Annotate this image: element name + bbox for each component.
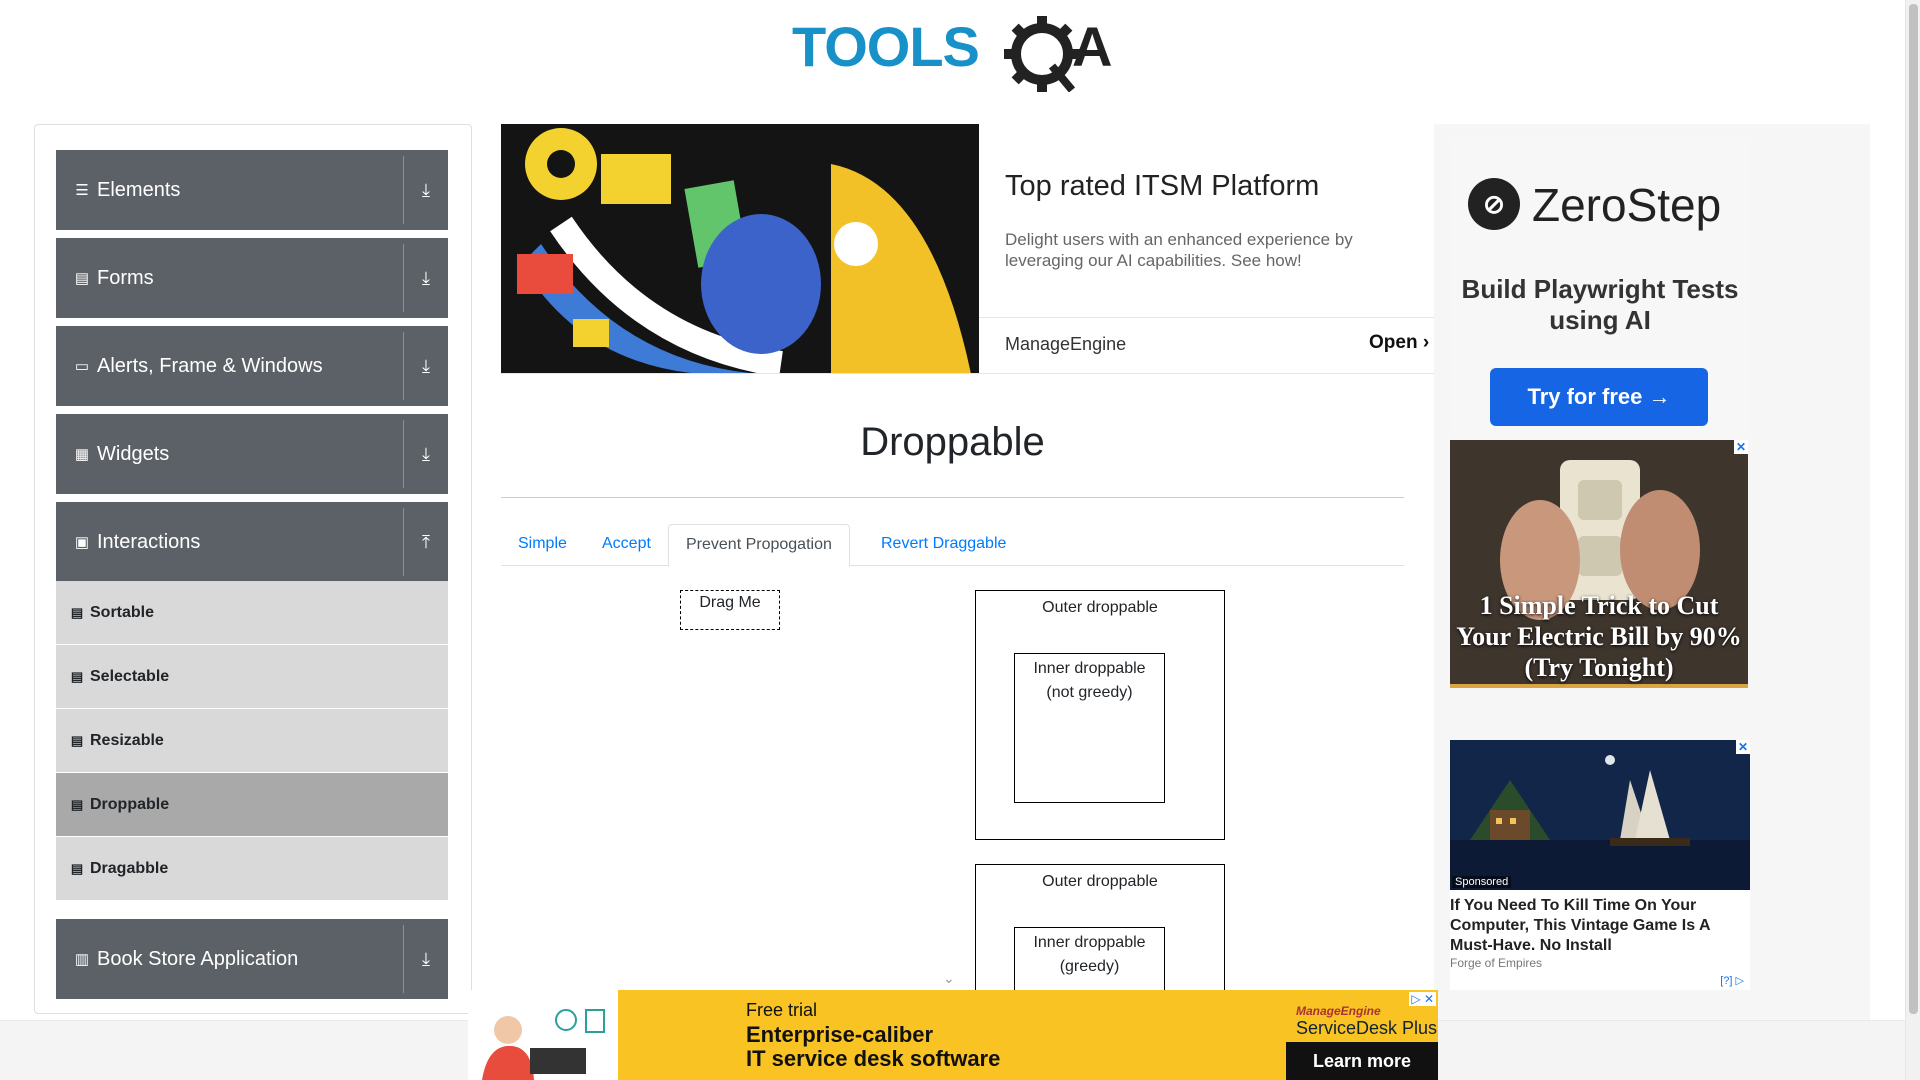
sidebar-group-label: Book Store Application bbox=[97, 947, 299, 970]
close-icon[interactable]: ▷ ✕ bbox=[1409, 992, 1436, 1006]
ad-description: Delight users with an enhanced experienc… bbox=[1005, 230, 1353, 270]
file-icon: ▤ bbox=[74, 270, 90, 287]
outer-droppable-not-greedy[interactable]: Outer droppable Inner droppable (not gre… bbox=[975, 590, 1225, 840]
sidebar-group-interactions[interactable]: ▣ Interactions ⤒ bbox=[56, 502, 448, 582]
ad-open-button[interactable]: Open › bbox=[1369, 332, 1429, 354]
drag-me-box[interactable]: Drag Me bbox=[680, 590, 780, 630]
sidebar-group-label: Interactions bbox=[97, 530, 201, 553]
page-title: Droppable bbox=[860, 420, 1045, 464]
bottom-ad-product: ServiceDesk Plus bbox=[1296, 1018, 1438, 1038]
sidebar-group-widgets[interactable]: ▦ Widgets ⤓ bbox=[56, 414, 448, 494]
tab-prevent-propogation[interactable]: Prevent Propogation bbox=[668, 524, 850, 567]
zerostep-name: ZeroStep bbox=[1532, 179, 1722, 231]
page-scrollbar[interactable] bbox=[1905, 0, 1920, 1080]
tab-simple[interactable]: Simple bbox=[501, 524, 584, 566]
droppable-tabs: Simple Accept Prevent Propogation Revert… bbox=[501, 524, 1404, 567]
sidebar-item-selectable[interactable]: ▤ Selectable bbox=[56, 645, 448, 709]
file-icon: ▤ bbox=[70, 796, 84, 812]
adchoices-icon[interactable]: [?] ▷ bbox=[1720, 974, 1744, 987]
download-arrow-icon[interactable]: ⤓ bbox=[404, 238, 448, 318]
download-arrow-icon[interactable]: ⤓ bbox=[404, 150, 448, 230]
bottom-ad-headline-1: Enterprise-caliber bbox=[746, 1022, 934, 1047]
game-ad-image bbox=[1450, 740, 1750, 890]
bottom-ad-illustration bbox=[468, 990, 618, 1080]
bottom-ad-banner[interactable]: Free trial Enterprise-caliber IT service… bbox=[468, 990, 1438, 1080]
sidebar-item-dragabble[interactable]: ▤ Dragabble bbox=[56, 837, 448, 901]
sidebar-item-sortable[interactable]: ▤ Sortable bbox=[56, 581, 448, 645]
game-ad-source: Forge of Empires bbox=[1450, 956, 1543, 970]
inner-droppable-not-greedy[interactable]: Inner droppable (not greedy) bbox=[1014, 653, 1165, 803]
right-ad-column: ⊘ ZeroStep Build Playwright Tests using … bbox=[1434, 124, 1870, 1020]
chevron-down-icon: ⌄ bbox=[943, 970, 955, 986]
zerostep-tagline: Build Playwright Tests using AI bbox=[1461, 274, 1739, 335]
file-icon: ▤ bbox=[70, 668, 84, 684]
close-icon[interactable]: ✕ bbox=[1736, 740, 1750, 754]
outlet-ad-text: 1 Simple Trick to Cut Your Electric Bill… bbox=[1456, 591, 1742, 682]
sidebar-item-label: Droppable bbox=[90, 795, 170, 813]
close-icon[interactable]: ✕ bbox=[1734, 440, 1748, 454]
ad-open-label: Open bbox=[1369, 332, 1418, 353]
tab-revert-draggable[interactable]: Revert Draggable bbox=[864, 524, 1023, 566]
bottom-ad-free-trial: Free trial bbox=[746, 1000, 818, 1020]
sidebar-item-label: Resizable bbox=[90, 731, 164, 749]
inner-droppable-mode: (greedy) bbox=[1059, 958, 1120, 975]
sidebar-item-label: Sortable bbox=[90, 603, 155, 621]
sidebar-group-label: Elements bbox=[97, 178, 181, 201]
sidebar-item-label: Selectable bbox=[90, 667, 170, 685]
file-icon: ▤ bbox=[70, 604, 84, 620]
svg-text:TOOLS: TOOLS bbox=[792, 15, 979, 78]
zerostep-ad[interactable]: ⊘ ZeroStep Build Playwright Tests using … bbox=[1450, 138, 1750, 438]
sidebar-group-forms[interactable]: ▤ Forms ⤓ bbox=[56, 238, 448, 318]
svg-text:A: A bbox=[1072, 15, 1112, 78]
inner-droppable-label: Inner droppable bbox=[1033, 934, 1146, 951]
download-arrow-icon[interactable]: ⤓ bbox=[404, 326, 448, 406]
grid-icon: ▦ bbox=[74, 446, 90, 463]
toolsqa-logo[interactable]: TOOLS A bbox=[792, 14, 1116, 92]
chevron-right-icon: › bbox=[1422, 332, 1430, 353]
sidebar-group-alerts[interactable]: ▭ Alerts, Frame & Windows ⤓ bbox=[56, 326, 448, 406]
sidebar-group-book-store[interactable]: ▥ Book Store Application ⤓ bbox=[56, 919, 448, 999]
file-icon: ▤ bbox=[70, 732, 84, 748]
bottom-ad-brand: ManageEngine bbox=[1296, 1004, 1381, 1018]
left-panel: ☰ Elements ⤓ ▤ Forms ⤓ ▭ Alerts, Frame &… bbox=[34, 124, 472, 1014]
outer-droppable-label: Outer droppable bbox=[1042, 599, 1158, 616]
download-arrow-icon[interactable]: ⤓ bbox=[404, 919, 448, 999]
inner-droppable-label: Inner droppable bbox=[1033, 660, 1146, 677]
window-icon: ▭ bbox=[74, 358, 90, 375]
sidebar-group-label: Forms bbox=[97, 266, 154, 289]
upload-arrow-icon[interactable]: ⤒ bbox=[404, 502, 448, 582]
try-for-free-button[interactable]: Try for free → bbox=[1490, 368, 1708, 426]
tab-accept[interactable]: Accept bbox=[585, 524, 668, 566]
sidebar-group-label: Widgets bbox=[97, 442, 170, 465]
bottom-ad-headline-2: IT service desk software bbox=[746, 1046, 1001, 1071]
outer-droppable-label: Outer droppable bbox=[1042, 873, 1158, 890]
inner-droppable-mode: (not greedy) bbox=[1046, 684, 1133, 701]
sidebar-group-elements[interactable]: ☰ Elements ⤓ bbox=[56, 150, 448, 230]
top-ad-banner[interactable]: Top rated ITSM Platform Delight users wi… bbox=[501, 124, 1434, 374]
download-arrow-icon[interactable]: ⤓ bbox=[404, 414, 448, 494]
sidebar-item-droppable[interactable]: ▤ Droppable bbox=[56, 773, 448, 837]
sidebar-group-label: Alerts, Frame & Windows bbox=[97, 354, 323, 377]
outlet-ad[interactable]: 1 Simple Trick to Cut Your Electric Bill… bbox=[1450, 440, 1748, 688]
divider bbox=[501, 497, 1404, 498]
game-ad-title: If You Need To Kill Time On Your Compute… bbox=[1450, 897, 1710, 954]
menu-icon: ☰ bbox=[75, 182, 89, 199]
sidebar-item-resizable[interactable]: ▤ Resizable bbox=[56, 709, 448, 773]
file-icon: ▤ bbox=[70, 860, 84, 876]
zerostep-logo-icon: ⊘ bbox=[1468, 178, 1520, 230]
interactions-submenu: ▤ Sortable ▤ Selectable ▤ Resizable ▤ Dr… bbox=[56, 581, 448, 901]
ad-title: Top rated ITSM Platform bbox=[1005, 170, 1320, 202]
ad-brand: ManageEngine bbox=[1005, 334, 1127, 354]
scrollbar-thumb[interactable] bbox=[1909, 4, 1918, 1014]
interaction-icon: ▣ bbox=[74, 534, 90, 551]
ad-illustration bbox=[501, 124, 979, 373]
sidebar-item-label: Dragabble bbox=[90, 859, 169, 877]
divider bbox=[979, 317, 1434, 318]
learn-more-button[interactable]: Learn more bbox=[1286, 1042, 1438, 1080]
sponsored-label: Sponsored bbox=[1452, 876, 1512, 888]
books-icon: ▥ bbox=[74, 951, 90, 968]
game-ad[interactable]: Sponsored ✕ If You Need To Kill Time On … bbox=[1450, 740, 1750, 990]
header: TOOLS A bbox=[0, 0, 1905, 100]
